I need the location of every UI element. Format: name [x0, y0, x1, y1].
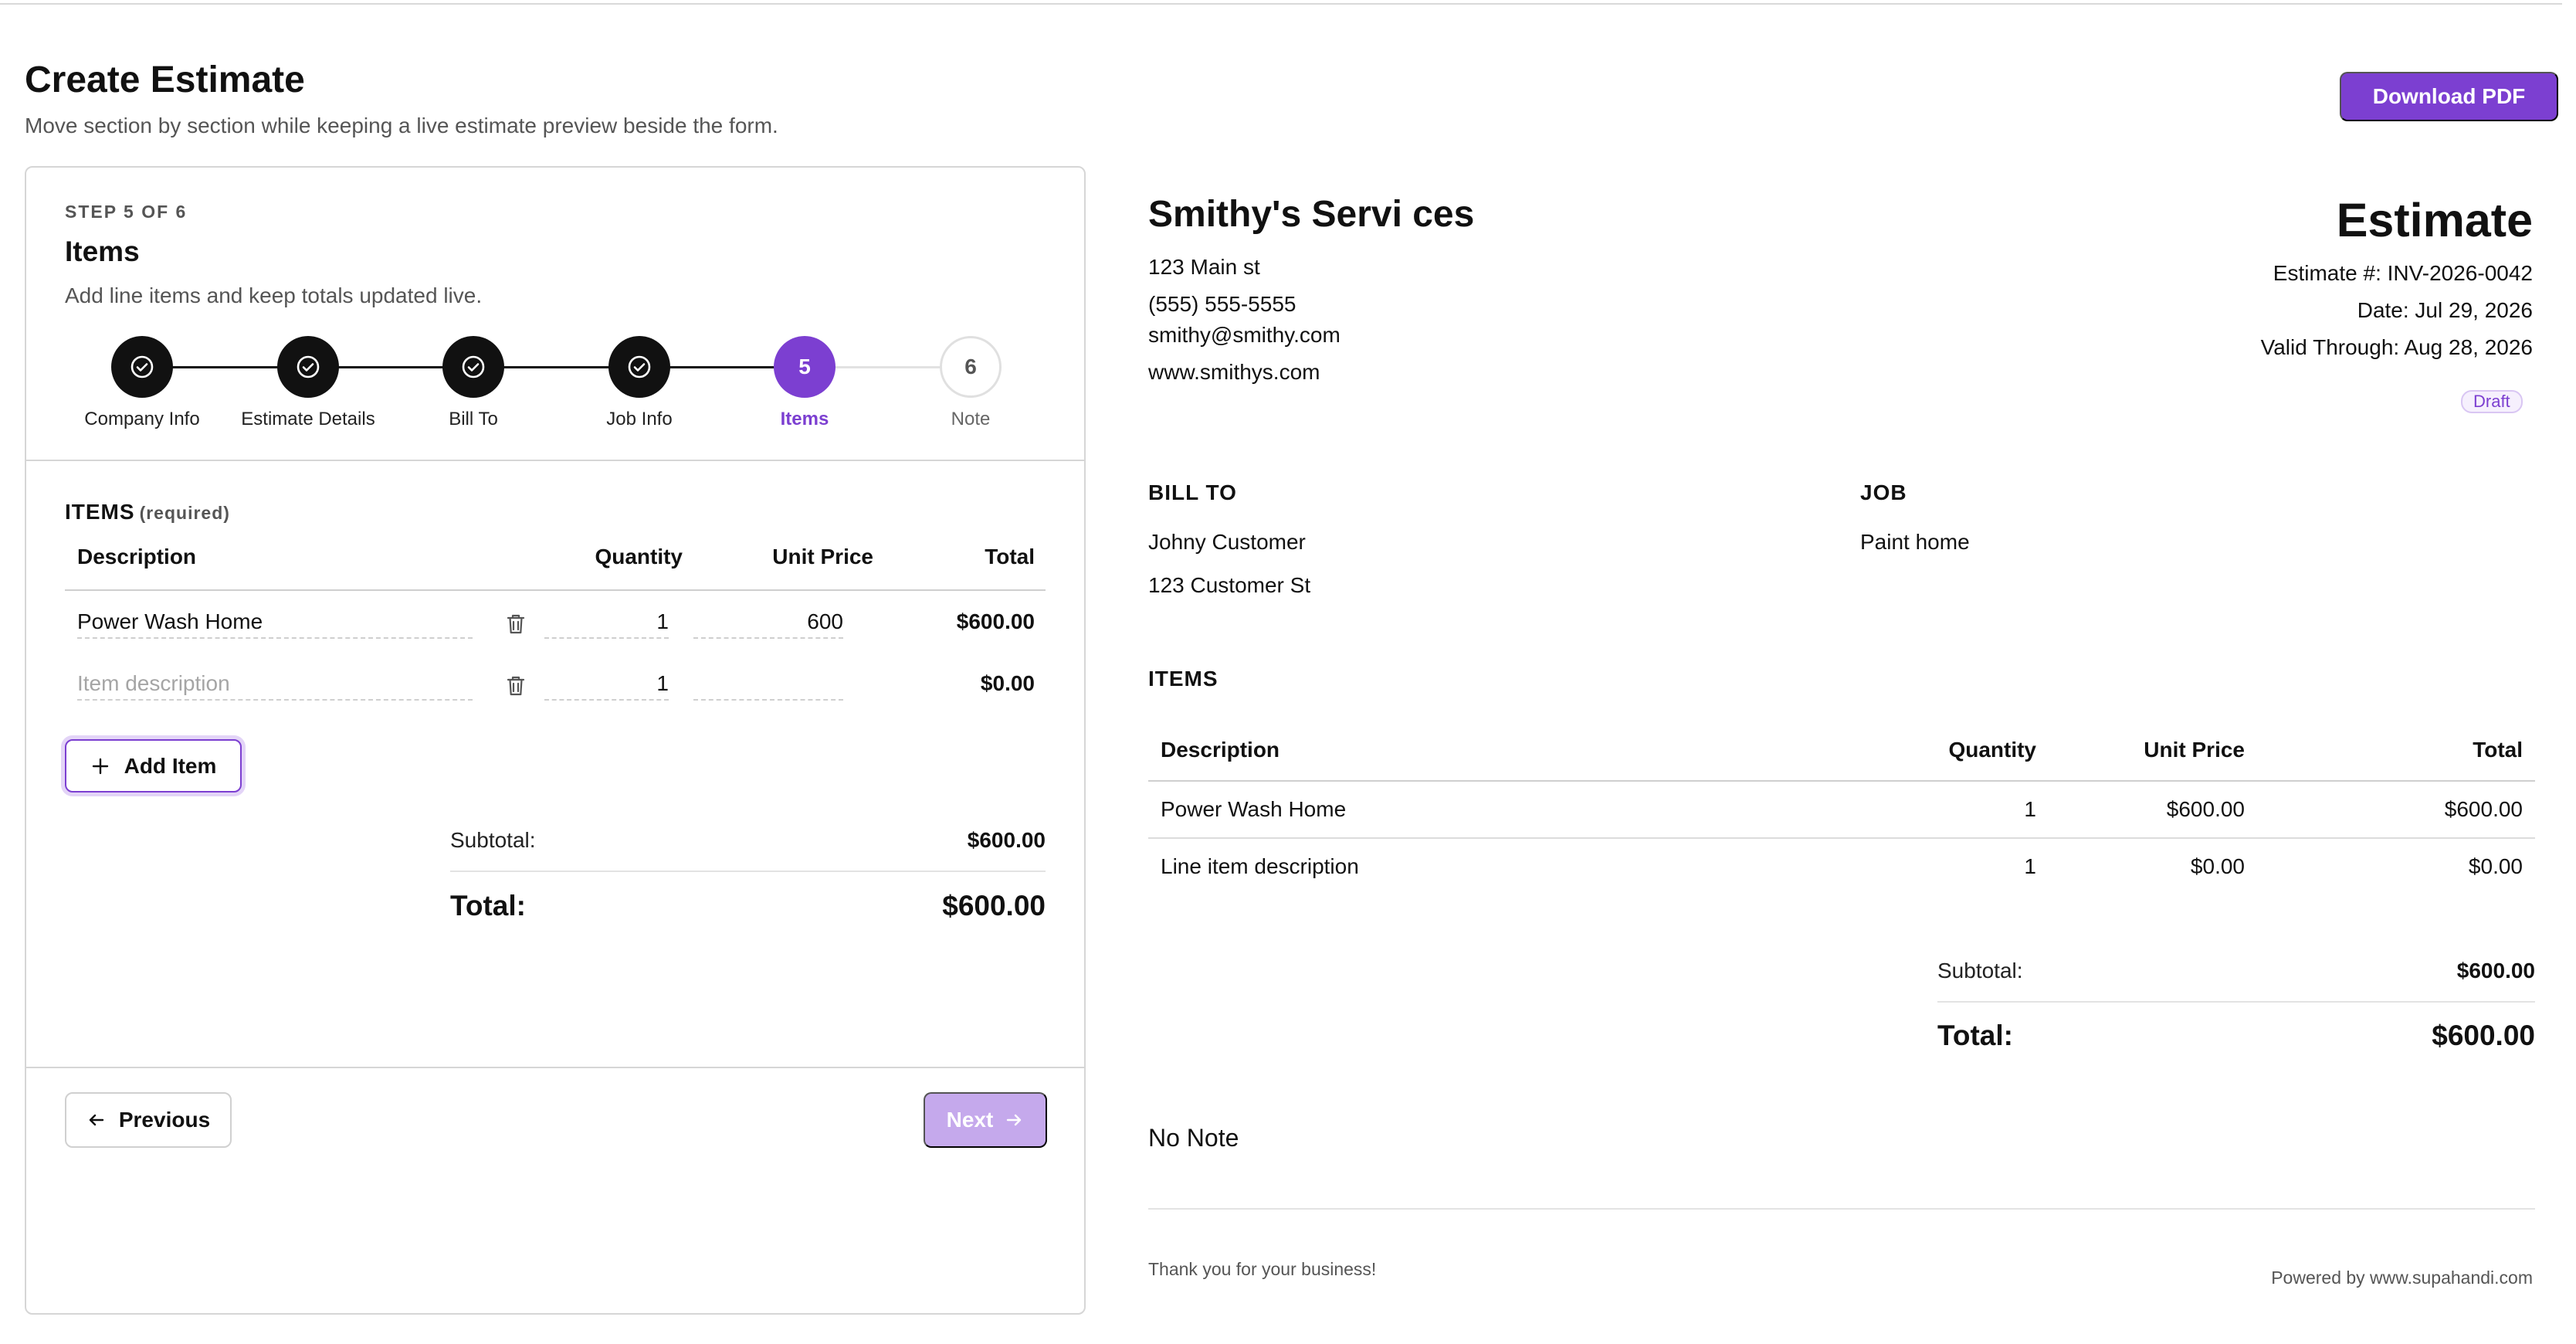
- item-unit-price-input[interactable]: [693, 668, 843, 701]
- trash-icon[interactable]: [503, 673, 529, 699]
- preview-col-description: Description: [1161, 738, 1280, 762]
- status-badge: Draft: [2461, 390, 2523, 413]
- preview-items-heading: ITEMS: [1148, 667, 1219, 691]
- document-title: Estimate: [2336, 194, 2533, 246]
- col-quantity: Quantity: [595, 545, 683, 568]
- stepper: Company Info Estimate Details Bill To Jo…: [26, 168, 1084, 461]
- valid-through: Valid Through: Aug 28, 2026: [2260, 335, 2533, 359]
- check-circle-icon: [297, 355, 320, 378]
- estimate-form-card: STEP 5 OF 6 Items Add line items and kee…: [25, 166, 1086, 1315]
- estimate-date: Date: Jul 29, 2026: [2357, 298, 2533, 322]
- footer-divider: [26, 1067, 1084, 1068]
- summary-divider: [450, 871, 1046, 872]
- step-label-note: Note: [951, 409, 991, 429]
- preview-row-quantity: 1: [2024, 797, 2036, 821]
- step-label-estimate-details: Estimate Details: [241, 409, 375, 429]
- previous-label: Previous: [118, 1108, 211, 1132]
- item-unit-price-input[interactable]: 600: [693, 606, 843, 639]
- plus-icon: [92, 758, 108, 774]
- step-3-complete[interactable]: [442, 336, 504, 398]
- page-title: Create Estimate: [25, 59, 305, 100]
- total-label: Total:: [450, 890, 526, 921]
- step-6-pending[interactable]: 6: [940, 336, 1002, 398]
- preview-row-unit-price: $0.00: [2190, 854, 2245, 878]
- bill-to-heading: BILL TO: [1148, 480, 1237, 504]
- preview-row-total: $600.00: [2444, 797, 2523, 821]
- job-value: Paint home: [1860, 530, 1970, 554]
- preview-subtotal-value: $600.00: [2456, 959, 2535, 983]
- estimate-number: Estimate #: INV-2026-0042: [2273, 261, 2533, 285]
- items-heading-text: ITEMS: [65, 500, 135, 524]
- next-label: Next: [946, 1108, 994, 1132]
- company-phone: (555) 555-5555: [1148, 292, 1296, 316]
- check-circle-icon: [130, 355, 154, 378]
- trash-icon[interactable]: [503, 611, 529, 637]
- item-total: $600.00: [956, 609, 1035, 633]
- previous-button[interactable]: Previous: [65, 1092, 232, 1148]
- preview-note: No Note: [1148, 1124, 1239, 1152]
- table-header-rule: [65, 589, 1046, 591]
- preview-row-unit-price: $600.00: [2166, 797, 2245, 821]
- job-heading: JOB: [1860, 480, 1907, 504]
- thank-you-text: Thank you for your business!: [1148, 1259, 1377, 1279]
- item-total: $0.00: [980, 671, 1035, 695]
- arrow-left-icon: [89, 1114, 104, 1126]
- subtotal-value: $600.00: [967, 828, 1046, 852]
- step-2-complete[interactable]: [277, 336, 339, 398]
- preview-footer-rule: [1148, 1208, 2535, 1210]
- subtotal-label: Subtotal:: [450, 828, 536, 852]
- col-description: Description: [77, 545, 197, 568]
- item-description-input[interactable]: Item description: [77, 668, 473, 701]
- items-heading: ITEMS (required): [65, 500, 230, 524]
- step-label-items: Items: [780, 409, 829, 429]
- step-1-complete[interactable]: [111, 336, 173, 398]
- top-divider: [0, 3, 2562, 5]
- preview-col-total: Total: [2473, 738, 2523, 762]
- preview-col-unit-price: Unit Price: [2144, 738, 2245, 762]
- required-hint: (required): [139, 503, 230, 523]
- next-button[interactable]: Next: [924, 1092, 1047, 1148]
- powered-by-link[interactable]: Powered by www.supahandi.com: [2271, 1268, 2533, 1288]
- step-label-bill-to: Bill To: [449, 409, 498, 429]
- item-description-input[interactable]: Power Wash Home: [77, 606, 473, 639]
- item-quantity-input[interactable]: 1: [544, 668, 669, 701]
- company-website: www.smithys.com: [1148, 360, 1320, 384]
- check-circle-icon: [462, 355, 485, 378]
- preview-row-total: $0.00: [2468, 854, 2523, 878]
- preview-total-value: $600.00: [2432, 1020, 2535, 1051]
- step-5-current[interactable]: 5: [774, 336, 836, 398]
- preview-subtotal-label: Subtotal:: [1937, 959, 2023, 983]
- company-address: 123 Main st: [1148, 255, 1260, 279]
- step-label-job-info: Job Info: [606, 409, 673, 429]
- preview-row-description: Line item description: [1161, 854, 1359, 878]
- preview-total-label: Total:: [1937, 1020, 2013, 1051]
- preview-table-header-rule: [1148, 780, 2535, 782]
- preview-summary-divider: [1937, 1001, 2535, 1003]
- company-name: Smithy's Servi ces: [1148, 194, 1475, 235]
- step-label-company-info: Company Info: [84, 409, 200, 429]
- bill-to-address: 123 Customer St: [1148, 573, 1311, 597]
- item-quantity-input[interactable]: 1: [544, 606, 669, 639]
- section-divider: [26, 460, 1084, 461]
- total-value: $600.00: [942, 890, 1046, 921]
- preview-row-rule: [1148, 837, 2535, 839]
- preview-row-description: Power Wash Home: [1161, 797, 1347, 821]
- bill-to-name: Johny Customer: [1148, 530, 1306, 554]
- add-item-label: Add Item: [124, 753, 217, 778]
- col-total: Total: [985, 545, 1035, 568]
- step-4-complete[interactable]: [608, 336, 670, 398]
- preview-col-quantity: Quantity: [1948, 738, 2036, 762]
- preview-row-quantity: 1: [2024, 854, 2036, 878]
- page-subtitle: Move section by section while keeping a …: [25, 114, 778, 137]
- arrow-right-icon: [1007, 1114, 1022, 1126]
- company-email: smithy@smithy.com: [1148, 323, 1341, 347]
- add-item-button[interactable]: Add Item: [65, 739, 242, 792]
- download-pdf-button[interactable]: Download PDF: [2340, 72, 2558, 121]
- col-unit-price: Unit Price: [772, 545, 873, 568]
- check-circle-icon: [628, 355, 651, 378]
